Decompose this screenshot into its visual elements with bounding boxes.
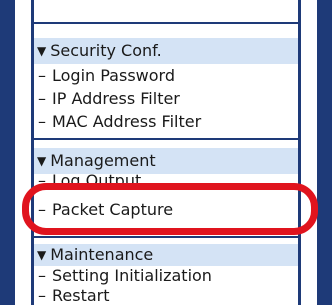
menu-item-label: Setting Initialization [52, 266, 212, 285]
right-frame-border [317, 0, 332, 305]
triangle-down-icon: ▼ [37, 248, 47, 262]
section-divider [34, 138, 298, 140]
dash-icon: – [38, 66, 46, 85]
dash-icon: – [38, 112, 46, 131]
menu-top-spacer [34, 0, 298, 24]
menu-item-label: IP Address Filter [52, 89, 180, 108]
triangle-down-icon: ▼ [37, 154, 47, 168]
section-header-security-conf[interactable]: ▼ Security Conf. [34, 38, 298, 64]
section-title: Management [50, 151, 156, 170]
section-title: Security Conf. [50, 41, 162, 60]
section-header-management[interactable]: ▼ Management [34, 148, 298, 174]
section-header-maintenance[interactable]: ▼ Maintenance [34, 244, 298, 266]
menu-item-ip-address-filter[interactable]: – IP Address Filter [34, 87, 298, 110]
triangle-down-icon: ▼ [37, 44, 47, 58]
menu-item-mac-address-filter[interactable]: – MAC Address Filter [34, 110, 298, 133]
menu-item-restart[interactable]: – Restart [34, 286, 298, 306]
section-divider [34, 236, 298, 238]
menu-item-label: Login Password [52, 66, 175, 85]
menu-item-label: MAC Address Filter [52, 112, 202, 131]
highlight-ellipse [22, 183, 318, 235]
menu-item-login-password[interactable]: – Login Password [34, 64, 298, 87]
dash-icon: – [38, 286, 46, 305]
menu-item-label: Restart [52, 286, 110, 305]
left-frame-border [0, 0, 15, 305]
dash-icon: – [38, 89, 46, 108]
section-maintenance: ▼ Maintenance – Setting Initialization – Re… [34, 244, 298, 306]
dash-icon: – [38, 266, 46, 285]
section-security-conf: ▼ Security Conf. – Login Password – IP Addr… [34, 38, 298, 133]
side-menu: ▼ Security Conf. – Login Password – IP Addr… [15, 0, 317, 305]
section-title: Maintenance [50, 245, 154, 264]
menu-panel: ▼ Security Conf. – Login Password – IP Addr… [31, 0, 301, 305]
menu-item-setting-initialization[interactable]: – Setting Initialization [34, 266, 298, 286]
